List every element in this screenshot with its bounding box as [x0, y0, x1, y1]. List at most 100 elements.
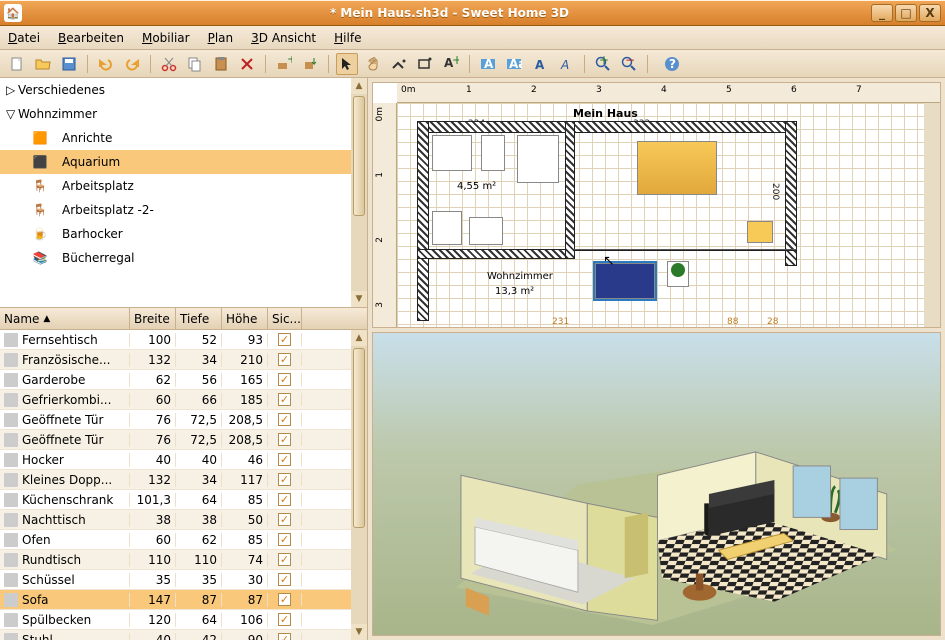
catalog-category[interactable]: ▽Wohnzimmer	[0, 102, 367, 126]
add-furniture-icon[interactable]: +	[273, 53, 295, 75]
visibility-checkbox[interactable]: ✓	[278, 573, 291, 586]
create-rooms-icon[interactable]	[414, 53, 436, 75]
table-row[interactable]: Garderobe 62 56 165 ✓	[0, 370, 367, 390]
cut-icon[interactable]	[158, 53, 180, 75]
visibility-checkbox[interactable]: ✓	[278, 473, 291, 486]
catalog-item[interactable]: 🪑Arbeitsplatz -2-	[0, 198, 367, 222]
cell-breite: 110	[130, 553, 176, 567]
visibility-checkbox[interactable]: ✓	[278, 433, 291, 446]
visibility-checkbox[interactable]: ✓	[278, 633, 291, 640]
table-row[interactable]: Nachttisch 38 38 50 ✓	[0, 510, 367, 530]
cell-tiefe: 38	[176, 513, 222, 527]
visibility-checkbox[interactable]: ✓	[278, 373, 291, 386]
main-area: ▷Verschiedenes ▽Wohnzimmer 🟧Anrichte⬛Aqu…	[0, 78, 945, 640]
visibility-checkbox[interactable]: ✓	[278, 333, 291, 346]
visibility-checkbox[interactable]: ✓	[278, 453, 291, 466]
visibility-checkbox[interactable]: ✓	[278, 493, 291, 506]
furniture-thumb-icon: 📚	[26, 248, 54, 268]
open-folder-icon[interactable]	[32, 53, 54, 75]
create-dimensions-icon[interactable]: A+	[440, 53, 462, 75]
table-row[interactable]: Geöffnete Tür 76 72,5 208,5 ✓	[0, 410, 367, 430]
col-breite[interactable]: Breite	[130, 308, 176, 329]
table-scrollbar[interactable]: ▲▼	[351, 330, 367, 640]
table-row[interactable]: Fernsehtisch 100 52 93 ✓	[0, 330, 367, 350]
minimize-button[interactable]: _	[871, 4, 893, 22]
col-sichtbar[interactable]: Sic...	[268, 308, 302, 329]
visibility-checkbox[interactable]: ✓	[278, 553, 291, 566]
table-row[interactable]: Sofa 147 87 87 ✓	[0, 590, 367, 610]
col-name[interactable]: Name▲	[0, 308, 130, 329]
menu-bearbeiten[interactable]: Bearbeiten	[58, 31, 124, 45]
cell-name: Kleines Dopp...	[22, 473, 112, 487]
maximize-button[interactable]: □	[895, 4, 917, 22]
select-tool-icon[interactable]	[336, 53, 358, 75]
furniture-thumb-icon: 🟧	[26, 128, 54, 148]
table-row[interactable]: Stuhl 40 42 90 ✓	[0, 630, 367, 640]
import-furniture-icon[interactable]	[299, 53, 321, 75]
new-file-icon[interactable]	[6, 53, 28, 75]
table-row[interactable]: Schüssel 35 35 30 ✓	[0, 570, 367, 590]
text-bg-icon[interactable]: A	[477, 53, 499, 75]
visibility-checkbox[interactable]: ✓	[278, 613, 291, 626]
furniture-icon	[4, 493, 18, 507]
cell-breite: 76	[130, 433, 176, 447]
col-tiefe[interactable]: Tiefe	[176, 308, 222, 329]
catalog-category[interactable]: ▷Verschiedenes	[0, 78, 367, 102]
help-icon[interactable]: ?	[661, 53, 683, 75]
furniture-table[interactable]: Fernsehtisch 100 52 93 ✓ Französische...…	[0, 330, 367, 640]
table-row[interactable]: Französische... 132 34 210 ✓	[0, 350, 367, 370]
menu-mobiliar[interactable]: Mobiliar	[142, 31, 190, 45]
table-row[interactable]: Kleines Dopp... 132 34 117 ✓	[0, 470, 367, 490]
close-button[interactable]: X	[919, 4, 941, 22]
menubar: Datei Bearbeiten Mobiliar Plan 3D Ansich…	[0, 26, 945, 50]
visibility-checkbox[interactable]: ✓	[278, 533, 291, 546]
visibility-checkbox[interactable]: ✓	[278, 513, 291, 526]
marker: 28	[767, 317, 778, 327]
menu-3dansicht[interactable]: 3D Ansicht	[251, 31, 316, 45]
table-row[interactable]: Geöffnete Tür 76 72,5 208,5 ✓	[0, 430, 367, 450]
table-row[interactable]: Küchenschrank 101,3 64 85 ✓	[0, 490, 367, 510]
copy-icon[interactable]	[184, 53, 206, 75]
table-row[interactable]: Rundtisch 110 110 74 ✓	[0, 550, 367, 570]
visibility-checkbox[interactable]: ✓	[278, 353, 291, 366]
catalog-item[interactable]: 🍺Barhocker	[0, 222, 367, 246]
visibility-checkbox[interactable]: ✓	[278, 413, 291, 426]
catalog-item[interactable]: ⬛Aquarium	[0, 150, 367, 174]
create-walls-icon[interactable]	[388, 53, 410, 75]
delete-icon[interactable]	[236, 53, 258, 75]
right-panel: 0m 1 2 3 4 5 6 7 0m 1 2 3 Mein Haus 224 …	[368, 78, 945, 640]
text-bg2-icon[interactable]: Aa	[503, 53, 525, 75]
catalog-item[interactable]: 📚Bücherregal	[0, 246, 367, 270]
redo-icon[interactable]	[121, 53, 143, 75]
furniture-catalog[interactable]: ▷Verschiedenes ▽Wohnzimmer 🟧Anrichte⬛Aqu…	[0, 78, 367, 308]
table-row[interactable]: Ofen 60 62 85 ✓	[0, 530, 367, 550]
catalog-scrollbar[interactable]: ▲▼	[351, 78, 367, 307]
menu-hilfe[interactable]: Hilfe	[334, 31, 361, 45]
italic-icon[interactable]: A	[555, 53, 577, 75]
menu-plan[interactable]: Plan	[208, 31, 234, 45]
floor-plan[interactable]: 0m 1 2 3 4 5 6 7 0m 1 2 3 Mein Haus 224 …	[372, 82, 941, 328]
menu-datei[interactable]: Datei	[8, 31, 40, 45]
zoom-out-icon[interactable]: −	[618, 53, 640, 75]
zoom-in-icon[interactable]: +	[592, 53, 614, 75]
undo-icon[interactable]	[95, 53, 117, 75]
catalog-item[interactable]: 🪑Arbeitsplatz	[0, 174, 367, 198]
table-row[interactable]: Gefrierkombi... 60 66 185 ✓	[0, 390, 367, 410]
table-row[interactable]: Hocker 40 40 46 ✓	[0, 450, 367, 470]
plan-scroll-v[interactable]	[924, 103, 940, 327]
pan-tool-icon[interactable]	[362, 53, 384, 75]
left-panel: ▷Verschiedenes ▽Wohnzimmer 🟧Anrichte⬛Aqu…	[0, 78, 368, 640]
table-row[interactable]: Spülbecken 120 64 106 ✓	[0, 610, 367, 630]
catalog-item[interactable]: 🟧Anrichte	[0, 126, 367, 150]
marker: 231	[552, 317, 569, 327]
bold-icon[interactable]: A	[529, 53, 551, 75]
bed-furniture	[637, 141, 717, 195]
paste-icon[interactable]	[210, 53, 232, 75]
save-icon[interactable]	[58, 53, 80, 75]
visibility-checkbox[interactable]: ✓	[278, 593, 291, 606]
cell-breite: 40	[130, 453, 176, 467]
visibility-checkbox[interactable]: ✓	[278, 393, 291, 406]
cell-name: Stuhl	[22, 633, 53, 640]
3d-view[interactable]	[372, 332, 941, 636]
col-hoehe[interactable]: Höhe	[222, 308, 268, 329]
